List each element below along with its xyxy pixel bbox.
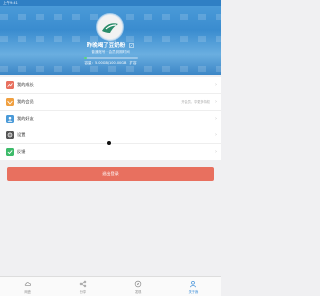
chevron-right-icon: ›	[215, 116, 217, 122]
avatar-image	[98, 15, 122, 39]
bottom-tab-bar: 网盘 分享 发现 关于我	[0, 276, 221, 296]
tab-label: 发现	[134, 290, 142, 294]
growth-icon	[6, 81, 14, 89]
tab-cloud[interactable]: 网盘	[0, 277, 55, 296]
storage-progress-fill	[84, 57, 87, 59]
edit-icon[interactable]	[129, 43, 134, 48]
touch-indicator	[107, 141, 111, 145]
menu-group-personal: 我的成长 › 我的会员 开会员，享更多特权 › 我的好友 ›	[0, 77, 221, 127]
avatar[interactable]	[97, 14, 123, 40]
tab-label: 关于我	[188, 290, 199, 294]
tab-label: 分享	[79, 290, 87, 294]
friends-icon	[6, 115, 14, 123]
account-info: 普通账号 · 会员到期时间	[91, 50, 130, 54]
menu-item-friends[interactable]: 我的好友 ›	[0, 111, 221, 127]
vip-icon	[6, 98, 14, 106]
chevron-right-icon: ›	[215, 132, 217, 138]
storage-row: 容量：5.00GB/100.00GB 扩容	[0, 61, 221, 66]
menu-item-feedback[interactable]: 反馈 ›	[0, 144, 221, 160]
tab-label: 网盘	[24, 290, 31, 294]
settings-icon	[6, 131, 14, 139]
username: 昨晚喝了豆奶粉	[86, 43, 126, 49]
menu-item-vip[interactable]: 我的会员 开会员，享更多特权 ›	[0, 94, 221, 111]
menu-item-label: 我的好友	[17, 116, 34, 121]
cloud-icon	[24, 282, 31, 286]
chevron-right-icon: ›	[215, 149, 217, 155]
chevron-right-icon: ›	[215, 82, 217, 88]
logout-button[interactable]: 退出登录	[7, 167, 214, 181]
menu-item-label: 我的会员	[17, 99, 34, 104]
menu-item-label: 反馈	[17, 149, 26, 154]
storage-text: 容量：5.00GB/100.00GB	[84, 61, 127, 65]
menu-item-label: 设置	[17, 132, 26, 137]
tab-share[interactable]: 分享	[55, 277, 110, 296]
feedback-icon	[6, 148, 14, 156]
menu-item-label: 我的成长	[17, 82, 34, 87]
menu-item-growth[interactable]: 我的成长 ›	[0, 77, 221, 94]
expand-storage-link[interactable]: 扩容	[130, 61, 137, 65]
username-row: 昨晚喝了豆奶粉	[0, 41, 221, 49]
header-decoration	[0, 66, 221, 72]
share-icon	[79, 280, 87, 288]
discover-icon	[134, 280, 142, 288]
menu-item-hint: 开会员，享更多特权	[181, 100, 210, 104]
tab-me[interactable]: 关于我	[166, 277, 221, 296]
chevron-right-icon: ›	[215, 99, 217, 105]
tab-discover[interactable]: 发现	[111, 277, 166, 296]
storage-progress-bar	[84, 57, 138, 59]
profile-header: 昨晚喝了豆奶粉 普通账号 · 会员到期时间 容量：5.00GB/100.00GB…	[0, 6, 221, 75]
me-icon	[190, 280, 197, 288]
